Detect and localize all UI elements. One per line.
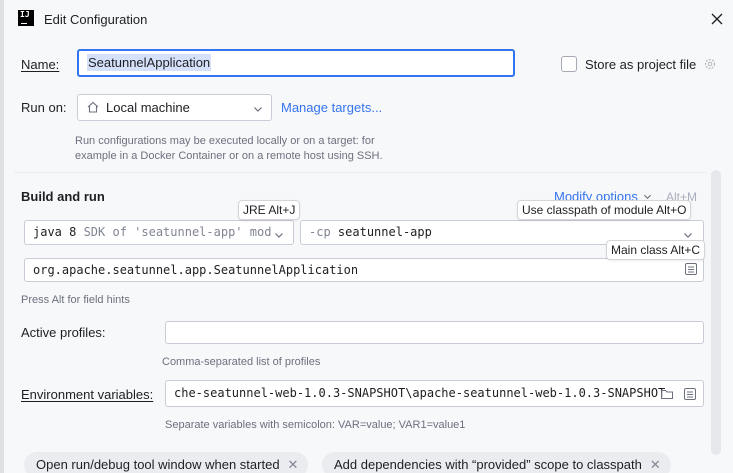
jre-value-rest: SDK of 'seatunnel-app' mod xyxy=(76,225,272,239)
cp-prefix: -cp xyxy=(309,225,331,239)
main-class-input[interactable]: org.apache.seatunnel.app.SeatunnelApplic… xyxy=(24,258,704,282)
chip-label: Open run/debug tool window when started xyxy=(36,457,280,472)
browse-list-icon[interactable] xyxy=(684,262,698,276)
env-vars-value: che-seatunnel-web-1.0.3-SNAPSHOT\apache-… xyxy=(174,386,666,400)
jre-shortcut-tooltip: JRE Alt+J xyxy=(238,200,301,220)
name-label-text: Name: xyxy=(21,57,60,72)
environment-variables-hint: Separate variables with semicolon: VAR=v… xyxy=(165,419,466,431)
close-icon[interactable] xyxy=(707,9,727,29)
run-on-hint-line1: Run configurations may be executed local… xyxy=(75,135,375,147)
store-as-project-file-label[interactable]: Store as project file xyxy=(585,57,696,72)
active-profiles-hint: Comma-separated list of profiles xyxy=(162,356,321,368)
cp-value: seatunnel-app xyxy=(337,225,432,239)
chip-add-provided-dependencies[interactable]: Add dependencies with “provided” scope t… xyxy=(322,452,671,473)
vertical-scrollbar[interactable] xyxy=(711,170,721,455)
store-as-project-file-checkbox[interactable] xyxy=(561,56,577,72)
remove-chip-icon[interactable]: ✕ xyxy=(288,457,299,472)
intellij-logo-icon: IJ xyxy=(18,10,34,26)
edit-list-icon[interactable] xyxy=(683,387,697,401)
env-label-text: Environment variables: xyxy=(21,387,154,402)
environment-variables-input[interactable]: che-seatunnel-web-1.0.3-SNAPSHOT\apache-… xyxy=(165,380,704,407)
logo-text: IJ xyxy=(20,10,30,19)
remove-chip-icon[interactable]: ✕ xyxy=(650,457,661,472)
home-icon xyxy=(86,100,100,114)
chip-open-run-debug-tool-window[interactable]: Open run/debug tool window when started ✕ xyxy=(24,452,309,473)
manage-targets-link[interactable]: Manage targets... xyxy=(281,100,382,115)
build-and-run-title: Build and run xyxy=(21,189,105,204)
title-bar: IJ Edit Configuration xyxy=(4,0,733,38)
field-hints-note: Press Alt for field hints xyxy=(21,294,130,306)
environment-variables-label: Environment variables: xyxy=(21,387,153,402)
main-class-shortcut-tooltip: Main class Alt+C xyxy=(606,240,706,260)
name-input-value: SeatunnelApplication xyxy=(87,54,212,71)
window-left-edge xyxy=(0,0,4,473)
run-on-hint-line2: example in a Docker Container or on a re… xyxy=(75,150,383,162)
jre-value-bold: java 8 xyxy=(33,225,77,239)
jre-chevron-down-icon xyxy=(274,228,284,243)
run-on-value: Local machine xyxy=(106,100,190,115)
name-label: Name: xyxy=(21,57,59,72)
run-on-select[interactable]: Local machine xyxy=(77,94,272,121)
name-input[interactable]: SeatunnelApplication xyxy=(77,49,515,77)
window-title: Edit Configuration xyxy=(44,12,148,27)
classpath-shortcut-tooltip: Use classpath of module Alt+O xyxy=(517,200,692,220)
active-profiles-input[interactable] xyxy=(165,321,704,344)
chip-label: Add dependencies with “provided” scope t… xyxy=(334,457,642,472)
jre-select[interactable]: java 8 SDK of 'seatunnel-app' mod xyxy=(24,220,294,245)
active-profiles-label: Active profiles: xyxy=(21,325,106,340)
chevron-down-icon xyxy=(253,102,263,117)
section-divider xyxy=(14,172,707,173)
gear-icon[interactable] xyxy=(703,57,717,71)
folder-icon[interactable] xyxy=(660,387,674,401)
run-on-label: Run on: xyxy=(21,100,67,115)
main-class-value: org.apache.seatunnel.app.SeatunnelApplic… xyxy=(33,263,359,277)
